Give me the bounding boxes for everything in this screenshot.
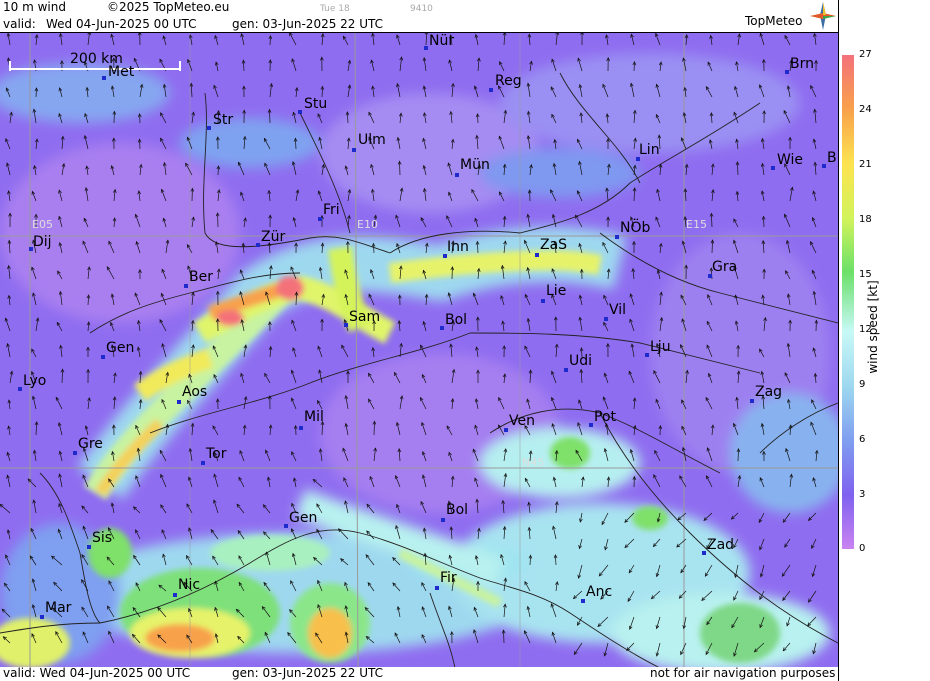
city-label: Ber [189, 269, 213, 285]
city-label: Fri [323, 202, 340, 218]
city-label: Gen [106, 340, 135, 356]
city-label: ZaS [540, 237, 568, 253]
city-label: Bol [445, 312, 468, 328]
city-label: B [827, 150, 837, 166]
valid-time: Wed 04-Jun-2025 00 UTC [46, 17, 197, 31]
city-label: Pot [594, 409, 616, 425]
legend-tick: 21 [859, 159, 872, 170]
gridlabel-e15: E15 [686, 218, 707, 231]
city-label: Gre [78, 436, 103, 452]
city-label: Str [213, 112, 234, 128]
city-label: Reg [495, 73, 522, 89]
legend-title: wind speed [kt] [866, 280, 880, 374]
legend-tick: 9 [859, 379, 866, 390]
city-label: Sam [349, 309, 381, 325]
wind-map[interactable]: 200 km E05 E10 E15 N45 Nür Met Reg Brn S… [0, 32, 838, 669]
city-label: Lyo [23, 373, 47, 389]
city-label: Mil [304, 409, 324, 425]
legend-tick: 3 [859, 489, 866, 500]
city-label: Nic [178, 577, 201, 593]
header-bar: 10 m wind ©2025 TopMeteo.eu Tue 18 9410 … [0, 0, 838, 32]
city-label: Lju [650, 339, 671, 355]
city-label: Lie [546, 283, 567, 299]
gen-time: gen: 03-Jun-2025 22 UTC [232, 17, 384, 31]
footer-disclaimer: not for air navigation purposes [650, 666, 836, 680]
city-label: Tor [206, 446, 227, 462]
wind-arrow [373, 421, 375, 436]
wind-arrow [763, 216, 765, 228]
city-label: Wie [777, 152, 804, 168]
wind-arrow [737, 448, 739, 462]
legend-tick: 18 [859, 214, 872, 225]
city-label: Lin [639, 142, 660, 158]
city-label: Met [108, 64, 135, 80]
city-label: Gra [712, 259, 738, 275]
compass-logo-icon [810, 2, 836, 30]
city-label: Inn [447, 239, 469, 255]
legend-tick: 27 [859, 49, 872, 60]
city-label: Anc [586, 584, 613, 600]
city-label: Vil [609, 302, 627, 318]
city-label: Aos [182, 384, 208, 400]
legend-color-bar [842, 55, 854, 549]
city-label: Sis [92, 530, 113, 546]
city-label: Nür [429, 33, 455, 49]
gridlabel-e10: E10 [357, 218, 378, 231]
gridlabel-e05: E05 [32, 218, 53, 231]
wind-arrow [399, 161, 401, 176]
wind-arrow [711, 240, 713, 254]
city-label: Zag [755, 384, 783, 400]
city-label: Ven [509, 413, 535, 429]
footer-gen: gen: 03-Jun-2025 22 UTC [232, 666, 384, 680]
wind-arrow [269, 109, 271, 124]
city-label: Zad [707, 537, 735, 553]
footer-bar: valid: Wed 04-Jun-2025 00 UTC gen: 03-Ju… [0, 666, 838, 681]
city-label: Mün [460, 157, 490, 173]
footer-valid: valid: Wed 04-Jun-2025 00 UTC [3, 666, 191, 680]
city-label: NÖb [620, 220, 651, 236]
valid-label: valid: [3, 17, 36, 31]
gridlabel-n45: N45 [522, 456, 545, 469]
wind-arrow [503, 630, 505, 644]
city-label: Brn [790, 56, 814, 72]
legend-tick: 6 [859, 434, 866, 445]
faint-label-1: Tue 18 [320, 4, 350, 14]
city-label: Zür [261, 229, 286, 245]
legend-tick: 0 [859, 543, 866, 554]
city-label: Mar [45, 600, 72, 616]
city-label: Dij [33, 234, 52, 250]
city-label: Udi [569, 353, 593, 369]
city-label: Bol [446, 502, 469, 518]
faint-label-2: 9410 [410, 4, 433, 14]
color-legend: 27 24 21 18 15 12 9 6 3 0 [838, 0, 930, 681]
topmeteo-logo-text: TopMeteo [745, 14, 803, 28]
copyright: ©2025 TopMeteo.eu [107, 0, 230, 14]
product-title: 10 m wind [3, 0, 66, 14]
city-label: Ulm [358, 132, 386, 148]
city-label: Fir [440, 570, 457, 586]
legend-tick: 24 [859, 104, 872, 115]
city-label: Stu [304, 96, 328, 112]
city-label: Gen [289, 510, 318, 526]
